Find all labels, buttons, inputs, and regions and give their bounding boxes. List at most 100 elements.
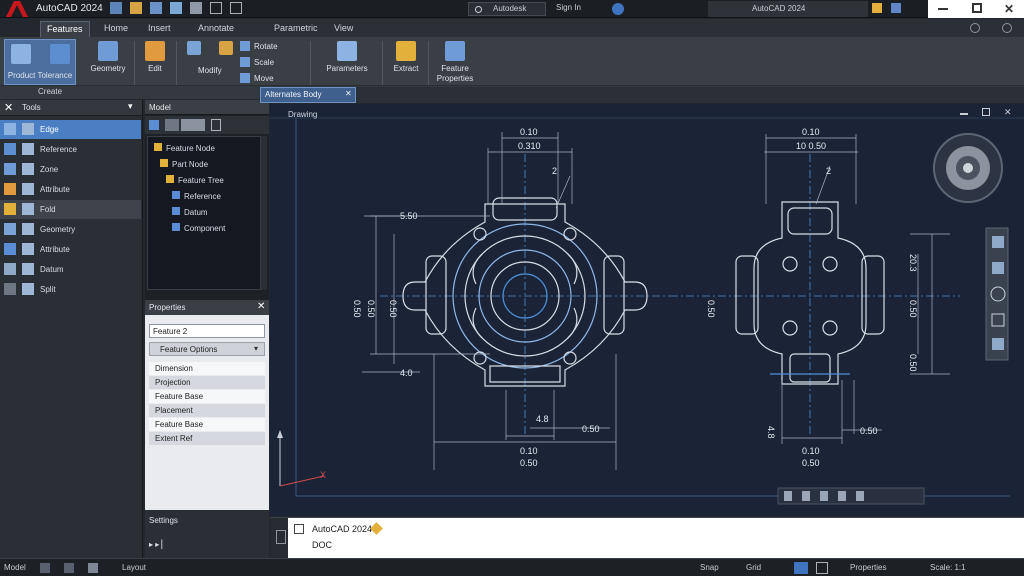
tab-annotate[interactable]: Annotate xyxy=(192,21,240,37)
tool-item[interactable]: Attribute xyxy=(0,240,141,259)
tab-parametric[interactable]: Parametric xyxy=(268,21,324,37)
mini-tool-3-icon[interactable] xyxy=(820,491,828,501)
tab-features[interactable]: Features xyxy=(40,21,90,37)
open-icon[interactable] xyxy=(130,2,142,14)
scale-button[interactable]: Scale xyxy=(240,55,306,69)
save-icon[interactable] xyxy=(150,2,162,14)
property-row[interactable]: Extent Ref xyxy=(149,432,265,445)
ortho-toggle-icon[interactable] xyxy=(794,562,808,574)
help-globe-icon[interactable] xyxy=(612,3,624,15)
collapse-icon[interactable] xyxy=(211,119,221,131)
viewport-close-icon[interactable]: ✕ xyxy=(1004,108,1012,117)
feature-properties-button[interactable]: Feature Properties xyxy=(430,41,480,84)
tree-node[interactable]: Component xyxy=(172,223,225,233)
add-layout-icon[interactable] xyxy=(88,563,98,573)
close-tab-icon[interactable]: ✕ xyxy=(345,89,352,98)
layout2-icon[interactable] xyxy=(64,563,74,573)
filter-icon[interactable] xyxy=(149,120,159,130)
modify-group[interactable]: Modify xyxy=(180,41,240,75)
pan-icon[interactable] xyxy=(992,236,1004,248)
feature-options-dropdown[interactable]: Feature Options ▾ xyxy=(149,342,265,356)
tool-item[interactable]: Datum xyxy=(0,260,141,279)
drawing-canvas[interactable]: Drawing ✕ 0.10 0.310 2 5.50 0.50 0.50 0.… xyxy=(270,104,1024,516)
properties-close-icon[interactable]: ✕ xyxy=(257,301,265,312)
layout-tab[interactable]: Layout xyxy=(122,563,146,572)
tool-item[interactable]: Reference xyxy=(0,140,141,159)
move-button[interactable]: Move xyxy=(240,71,306,85)
command-window[interactable]: AutoCAD 2024 DOC xyxy=(288,518,1024,558)
geometry-button[interactable]: Geometry xyxy=(88,41,128,73)
mini-tool-2-icon[interactable] xyxy=(802,491,810,501)
tab-insert[interactable]: Insert xyxy=(142,21,177,37)
property-row[interactable]: Feature Base xyxy=(149,418,265,431)
sign-in-button[interactable]: Sign In xyxy=(556,3,581,12)
minimize-icon[interactable] xyxy=(938,8,948,10)
tools-palette: Tools ✕ ▾ Edge Reference Zone Attribute Fold… xyxy=(0,100,143,558)
command-handle-icon[interactable] xyxy=(276,530,286,544)
print-icon[interactable] xyxy=(190,2,202,14)
refresh-icon[interactable] xyxy=(970,23,980,33)
edit-button[interactable]: Edit xyxy=(140,41,170,73)
tab-home[interactable]: Home xyxy=(98,21,134,37)
new-icon[interactable] xyxy=(110,2,122,14)
viewport-label[interactable]: Drawing xyxy=(288,110,317,119)
feature-name-input[interactable]: Feature 2 xyxy=(149,324,265,338)
expand-icon[interactable] xyxy=(181,119,205,131)
close-palette-icon[interactable]: ✕ xyxy=(4,101,13,114)
tree-scrollbar[interactable] xyxy=(261,136,267,290)
close-icon[interactable]: ✕ xyxy=(1004,2,1014,16)
app-logo-icon[interactable] xyxy=(2,0,32,18)
tab-view[interactable]: View xyxy=(328,21,359,37)
maximize-icon[interactable] xyxy=(972,3,982,13)
zoom-icon[interactable] xyxy=(992,262,1004,274)
command-close-icon[interactable] xyxy=(294,524,304,534)
tree-node[interactable]: Feature Node xyxy=(154,143,215,153)
tool-item[interactable]: Attribute xyxy=(0,180,141,199)
tool-item[interactable]: Split xyxy=(0,280,141,299)
viewport-maximize-icon[interactable] xyxy=(982,108,990,116)
mini-tool-4-icon[interactable] xyxy=(838,491,846,501)
product-tolerance-group[interactable]: Product Tolerance xyxy=(4,39,76,85)
mini-tool-5-icon[interactable] xyxy=(856,491,864,501)
tool-item[interactable]: Edge xyxy=(0,120,141,139)
property-row[interactable]: Placement xyxy=(149,404,265,417)
search-box[interactable]: Autodesk xyxy=(468,2,546,16)
rotate-button[interactable]: Rotate xyxy=(240,39,306,53)
property-row[interactable]: Dimension xyxy=(149,362,265,375)
tool-item[interactable]: Geometry xyxy=(0,220,141,239)
layout-icon[interactable] xyxy=(40,563,50,573)
grid-toggle[interactable]: Grid xyxy=(746,563,761,572)
saveas-icon[interactable] xyxy=(170,2,182,14)
tool-item[interactable]: Zone xyxy=(0,160,141,179)
document-tab[interactable]: Alternates Body ✕ xyxy=(260,87,356,103)
steering-wheel-icon[interactable] xyxy=(992,338,1004,350)
create-panel-label[interactable]: Create xyxy=(38,87,62,96)
undo-icon[interactable] xyxy=(210,2,222,14)
polar-toggle-icon[interactable] xyxy=(816,562,828,574)
snap-toggle[interactable]: Snap xyxy=(700,563,719,572)
parameters-button[interactable]: Parameters xyxy=(316,41,378,73)
star-icon[interactable] xyxy=(872,3,882,13)
settings-controls[interactable]: ▸ ▸ ▏ xyxy=(149,540,168,549)
palette-menu-icon[interactable]: ▾ xyxy=(128,101,133,112)
viewport-minimize-icon[interactable] xyxy=(960,113,968,115)
tool-item-label: Geometry xyxy=(40,225,76,234)
tool-item[interactable]: Fold xyxy=(0,200,141,219)
property-row[interactable]: Feature Base xyxy=(149,390,265,403)
tree-node[interactable]: Feature Tree xyxy=(166,175,224,185)
mini-tool-1-icon[interactable] xyxy=(784,491,792,501)
view-icon[interactable] xyxy=(165,119,179,131)
settings-icon[interactable] xyxy=(1002,23,1012,33)
viewcube-icon[interactable] xyxy=(933,133,1003,203)
tree-node[interactable]: Reference xyxy=(172,191,221,201)
model-tab[interactable]: Model xyxy=(4,563,26,572)
tree-node[interactable]: Part Node xyxy=(160,159,208,169)
workspace-box[interactable]: AutoCAD 2024 xyxy=(708,1,868,17)
properties-toggle[interactable]: Properties xyxy=(850,563,886,572)
extract-button[interactable]: Extract xyxy=(388,41,424,73)
command-prompt[interactable]: DOC xyxy=(312,540,332,550)
property-row[interactable]: Projection xyxy=(149,376,265,389)
exchange-icon[interactable] xyxy=(890,3,901,13)
tree-node[interactable]: Datum xyxy=(172,207,208,217)
redo-icon[interactable] xyxy=(230,2,242,14)
